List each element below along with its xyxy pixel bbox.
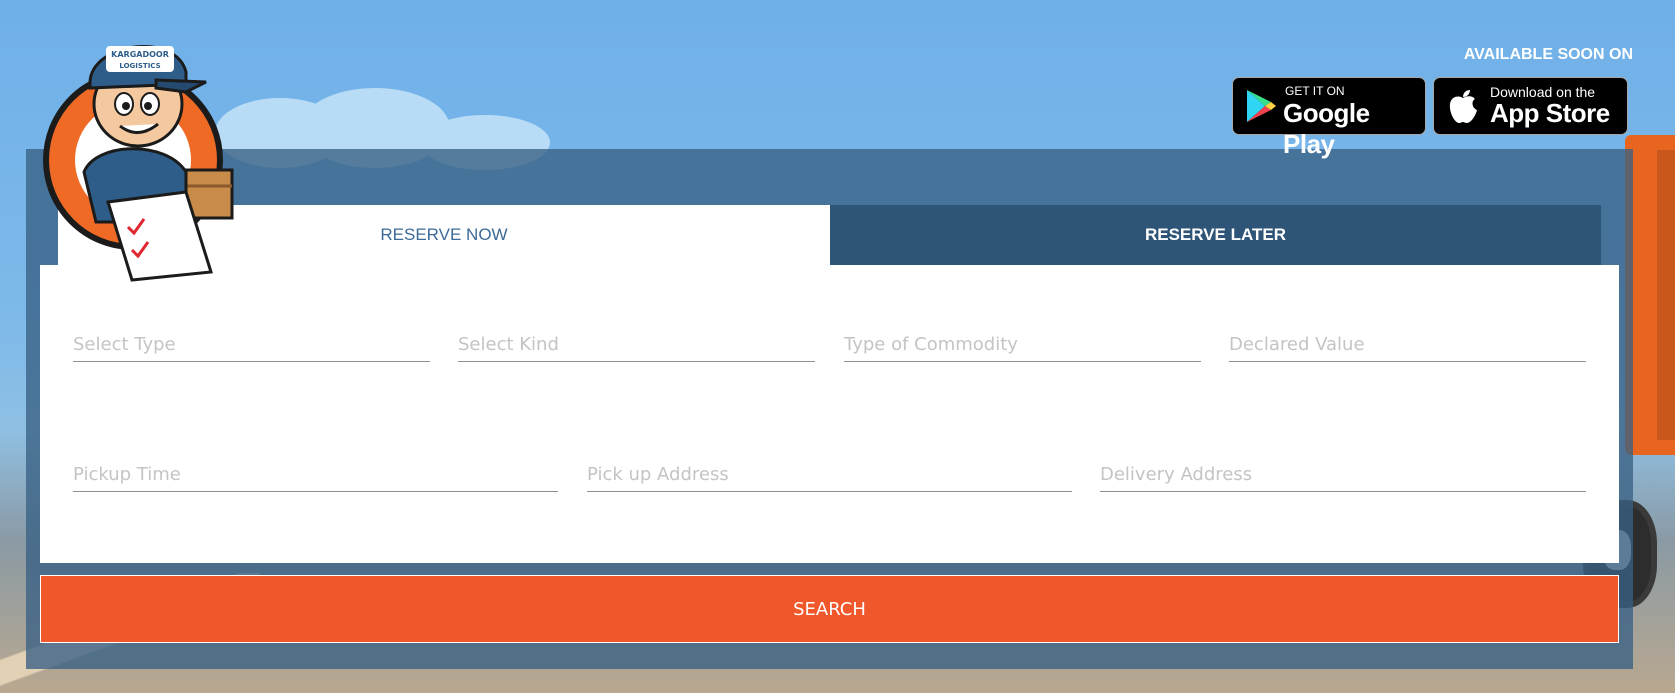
app-store-big-text: App Store <box>1490 98 1610 128</box>
truck-stripe <box>1657 150 1675 440</box>
google-play-big-text: Google Play <box>1283 98 1370 159</box>
app-store-button[interactable]: Download on the App Store <box>1433 77 1628 135</box>
reservation-tabs: RESERVE NOW RESERVE LATER <box>58 205 1601 265</box>
select-type-input[interactable] <box>73 334 430 355</box>
commodity-field <box>844 311 1201 362</box>
apple-icon <box>1446 88 1480 131</box>
booking-form <box>40 265 1619 563</box>
available-soon-label: AVAILABLE SOON ON <box>1463 46 1633 63</box>
pickup-address-field <box>587 441 1072 492</box>
commodity-input[interactable] <box>844 334 1201 355</box>
mascot-cap-text: LOGISTICS <box>119 62 160 70</box>
mascot-cap-text: KARGADOOR <box>111 50 169 59</box>
search-button[interactable]: SEARCH <box>40 575 1619 643</box>
select-type-field <box>73 311 430 362</box>
declared-value-field <box>1229 311 1586 362</box>
delivery-address-input[interactable] <box>1100 464 1586 485</box>
google-play-icon <box>1245 88 1277 129</box>
select-kind-field <box>458 311 815 362</box>
mascot-logo: KARGADOOR LOGISTICS <box>36 22 251 284</box>
pickup-address-input[interactable] <box>587 464 1072 485</box>
declared-value-input[interactable] <box>1229 334 1586 355</box>
tab-reserve-later[interactable]: RESERVE LATER <box>830 205 1601 265</box>
pickup-time-field <box>73 441 558 492</box>
google-play-button[interactable]: GET IT ON Google Play <box>1232 77 1426 159</box>
delivery-address-field <box>1100 441 1586 492</box>
select-kind-input[interactable] <box>458 334 815 355</box>
google-play-small-text: GET IT ON <box>1285 84 1345 98</box>
pickup-time-input[interactable] <box>73 464 558 485</box>
